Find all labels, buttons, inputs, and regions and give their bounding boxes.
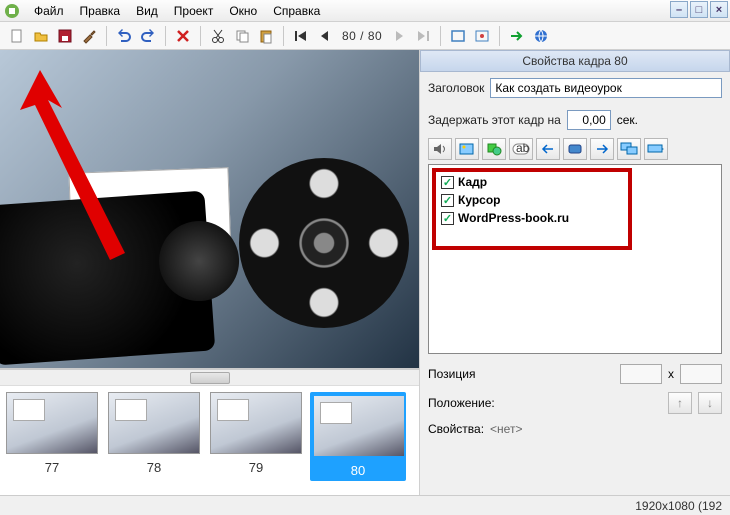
window-controls: – □ ×: [670, 1, 728, 18]
thumbnail-image: [210, 392, 302, 454]
separator: [499, 26, 500, 46]
thumbnail[interactable]: 77: [4, 392, 100, 475]
thumbnail-number: 77: [4, 460, 100, 475]
move-down-button[interactable]: ↓: [698, 392, 722, 414]
header-label: Заголовок: [428, 81, 484, 95]
fullscreen-button[interactable]: [447, 25, 469, 47]
menu-file[interactable]: Файл: [26, 2, 72, 20]
position-y-input[interactable]: [680, 364, 722, 384]
first-frame-button[interactable]: [290, 25, 312, 47]
prev-frame-button[interactable]: [314, 25, 336, 47]
position-x-input[interactable]: [620, 364, 662, 384]
svg-text:abc: abc: [516, 142, 530, 155]
thumbnail-image: [6, 392, 98, 454]
props-label: Свойства:: [428, 422, 484, 436]
web-button[interactable]: [530, 25, 552, 47]
add-text-icon[interactable]: abc: [509, 138, 533, 160]
menu-edit[interactable]: Правка: [72, 2, 129, 20]
separator: [165, 26, 166, 46]
header-input[interactable]: [490, 78, 722, 98]
menu-project[interactable]: Проект: [166, 2, 222, 20]
thumbnail[interactable]: 80: [310, 392, 406, 481]
close-button[interactable]: ×: [710, 1, 728, 18]
panel-title: Свойства кадра 80: [420, 50, 730, 72]
add-sound-icon[interactable]: [428, 138, 452, 160]
menu-window[interactable]: Окно: [221, 2, 265, 20]
copy-button[interactable]: [231, 25, 253, 47]
position-label: Позиция: [428, 367, 475, 381]
separator: [283, 26, 284, 46]
add-callout-icon[interactable]: [617, 138, 641, 160]
props-value: <нет>: [490, 422, 522, 436]
menu-view[interactable]: Вид: [128, 2, 166, 20]
delay-label: Задержать этот кадр на: [428, 113, 561, 127]
scroll-thumb[interactable]: [190, 372, 230, 384]
delete-button[interactable]: [172, 25, 194, 47]
paste-button[interactable]: [255, 25, 277, 47]
add-shape-icon[interactable]: [482, 138, 506, 160]
add-button-icon[interactable]: [563, 138, 587, 160]
add-arrow-right-icon[interactable]: [590, 138, 614, 160]
tool-button[interactable]: [78, 25, 100, 47]
thumbnail-number: 78: [106, 460, 202, 475]
last-frame-button[interactable]: [412, 25, 434, 47]
align-label: Положение:: [428, 396, 495, 410]
thumbnail-number: 79: [208, 460, 304, 475]
separator: [200, 26, 201, 46]
main-toolbar: 80 / 80: [0, 22, 730, 50]
app-icon: [4, 3, 20, 19]
frame-counter: 80 / 80: [338, 29, 386, 43]
maximize-button[interactable]: □: [690, 1, 708, 18]
menu-help[interactable]: Справка: [265, 2, 328, 20]
move-up-button[interactable]: ↑: [668, 392, 692, 414]
add-image-icon[interactable]: [455, 138, 479, 160]
delay-input[interactable]: [567, 110, 611, 130]
new-file-button[interactable]: [6, 25, 28, 47]
status-dimensions: 1920x1080 (192: [635, 499, 722, 513]
separator: [440, 26, 441, 46]
frame-preview[interactable]: [0, 50, 419, 369]
open-file-button[interactable]: [30, 25, 52, 47]
thumbnail[interactable]: 78: [106, 392, 202, 475]
thumbnail-image: [313, 395, 405, 457]
preview-content: [0, 191, 215, 366]
thumbnail[interactable]: 79: [208, 392, 304, 475]
undo-button[interactable]: [113, 25, 135, 47]
minimize-button[interactable]: –: [670, 1, 688, 18]
x-separator: x: [668, 367, 674, 381]
left-pane: 77 78 79 80: [0, 50, 420, 495]
layers-list[interactable]: ✓Кадр✓Курсор✓WordPress-book.ru: [428, 164, 722, 354]
next-frame-button[interactable]: [388, 25, 410, 47]
thumbnail-image: [108, 392, 200, 454]
delay-unit: сек.: [617, 113, 638, 127]
properties-panel: Свойства кадра 80 Заголовок Задержать эт…: [420, 50, 730, 495]
status-bar: 1920x1080 (192: [0, 495, 730, 515]
export-button[interactable]: [471, 25, 493, 47]
main-area: 77 78 79 80 Свойства кадра 80 Заголовок Зад…: [0, 50, 730, 495]
separator: [106, 26, 107, 46]
go-button[interactable]: [506, 25, 528, 47]
thumbnail-number: 80: [313, 463, 403, 478]
add-arrow-left-icon[interactable]: [536, 138, 560, 160]
redo-button[interactable]: [137, 25, 159, 47]
add-highlight-icon[interactable]: [644, 138, 668, 160]
layer-toolbar: abc: [420, 136, 730, 164]
annotation-highlight: [432, 168, 632, 250]
preview-content: [239, 158, 409, 328]
horizontal-scrollbar[interactable]: [0, 369, 419, 385]
cut-button[interactable]: [207, 25, 229, 47]
menubar: Файл Правка Вид Проект Окно Справка – □ …: [0, 0, 730, 22]
thumbnail-strip: 77 78 79 80: [0, 385, 419, 495]
save-file-button[interactable]: [54, 25, 76, 47]
